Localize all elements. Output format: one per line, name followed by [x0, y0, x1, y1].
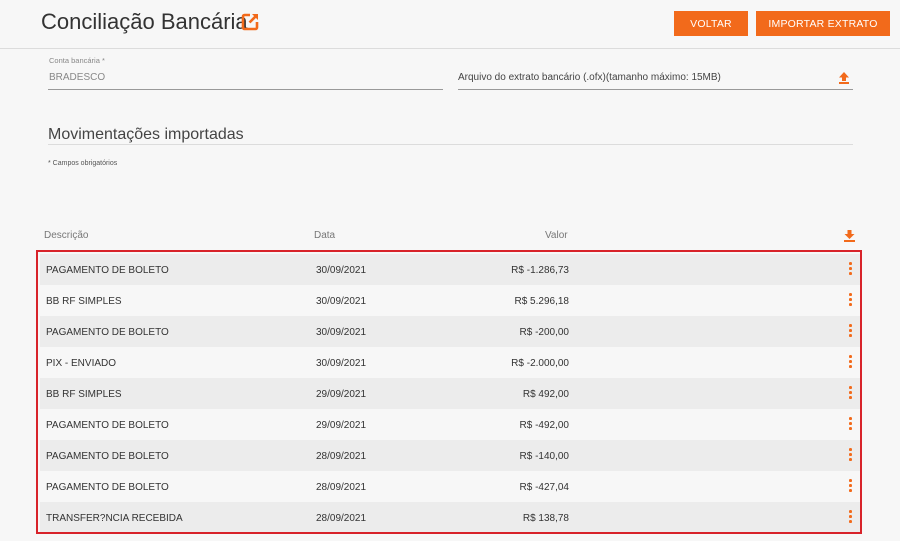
transactions-table: PAGAMENTO DE BOLETO 30/09/2021 R$ -1.286,7…: [36, 250, 862, 534]
row-date: 30/09/2021: [316, 296, 367, 307]
required-fields-note: * Campos obrigatórios: [48, 160, 118, 167]
account-select[interactable]: BRADESCO: [49, 72, 105, 83]
row-description: PIX - ENVIADO: [46, 358, 117, 369]
row-menu-icon[interactable]: [846, 510, 854, 524]
table-row: BB RF SIMPLES 30/09/2021 R$ 5.296,18: [40, 285, 860, 316]
row-menu-icon[interactable]: [846, 417, 854, 431]
table-row: PAGAMENTO DE BOLETO 28/09/2021 R$ -140,00: [40, 440, 860, 471]
row-description: PAGAMENTO DE BOLETO: [46, 420, 169, 431]
column-header-description: Descrição: [44, 230, 89, 241]
row-date: 28/09/2021: [316, 482, 367, 493]
row-date: 30/09/2021: [316, 327, 367, 338]
row-date: 29/09/2021: [316, 389, 367, 400]
row-value: R$ 5.296,18: [514, 296, 570, 307]
row-description: TRANSFER?NCIA RECEBIDA: [46, 513, 183, 524]
section-divider: [48, 144, 853, 145]
row-value: R$ -427,04: [519, 482, 569, 493]
row-value: R$ -2.000,00: [511, 358, 569, 369]
page-title: Conciliação Bancária: [41, 9, 248, 34]
table-row: PAGAMENTO DE BOLETO 30/09/2021 R$ -200,00: [40, 316, 860, 347]
table-row: TRANSFER?NCIA RECEBIDA 28/09/2021 R$ 138,7…: [40, 502, 860, 532]
row-description: BB RF SIMPLES: [46, 389, 122, 400]
external-link-icon[interactable]: [241, 13, 259, 31]
row-value: R$ 138,78: [522, 513, 569, 524]
row-menu-icon[interactable]: [846, 479, 854, 493]
account-field-underline: [48, 89, 443, 90]
row-description: BB RF SIMPLES: [46, 296, 122, 307]
row-value: R$ -492,00: [519, 420, 569, 431]
download-icon[interactable]: [843, 229, 856, 242]
back-button[interactable]: VOLTAR: [674, 11, 748, 36]
row-date: 30/09/2021: [316, 358, 367, 369]
account-field-label: Conta bancária *: [49, 56, 105, 65]
row-value: R$ -140,00: [519, 451, 569, 462]
row-value: R$ -1.286,73: [511, 265, 569, 276]
row-value: R$ -200,00: [519, 327, 569, 338]
statement-file-input[interactable]: Arquivo do extrato bancário (.ofx)(taman…: [458, 72, 721, 83]
section-title: Movimentações importadas: [48, 126, 244, 143]
row-menu-icon[interactable]: [846, 386, 854, 400]
row-description: PAGAMENTO DE BOLETO: [46, 265, 169, 276]
row-description: PAGAMENTO DE BOLETO: [46, 482, 169, 493]
row-date: 28/09/2021: [316, 451, 367, 462]
upload-icon[interactable]: [838, 71, 850, 84]
row-menu-icon[interactable]: [846, 293, 854, 307]
page-header: Conciliação Bancária VOLTAR IMPORTAR EXT…: [0, 0, 900, 49]
row-menu-icon[interactable]: [846, 262, 854, 276]
column-header-date: Data: [314, 230, 336, 241]
table-row: PAGAMENTO DE BOLETO 29/09/2021 R$ -492,00: [40, 409, 860, 440]
column-header-value: Valor: [545, 230, 568, 241]
table-row: PIX - ENVIADO 30/09/2021 R$ -2.000,00: [40, 347, 860, 378]
table-row: PAGAMENTO DE BOLETO 28/09/2021 R$ -427,04: [40, 471, 860, 502]
row-menu-icon[interactable]: [846, 324, 854, 338]
row-description: PAGAMENTO DE BOLETO: [46, 451, 169, 462]
row-date: 29/09/2021: [316, 420, 367, 431]
row-menu-icon[interactable]: [846, 448, 854, 462]
file-field-underline: [458, 89, 853, 90]
row-date: 28/09/2021: [316, 513, 367, 524]
table-row: BB RF SIMPLES 29/09/2021 R$ 492,00: [40, 378, 860, 409]
import-statement-button[interactable]: IMPORTAR EXTRATO: [756, 11, 890, 36]
row-description: PAGAMENTO DE BOLETO: [46, 327, 169, 338]
row-date: 30/09/2021: [316, 265, 367, 276]
row-value: R$ 492,00: [522, 389, 569, 400]
table-row: PAGAMENTO DE BOLETO 30/09/2021 R$ -1.286,7…: [40, 254, 860, 285]
row-menu-icon[interactable]: [846, 355, 854, 369]
